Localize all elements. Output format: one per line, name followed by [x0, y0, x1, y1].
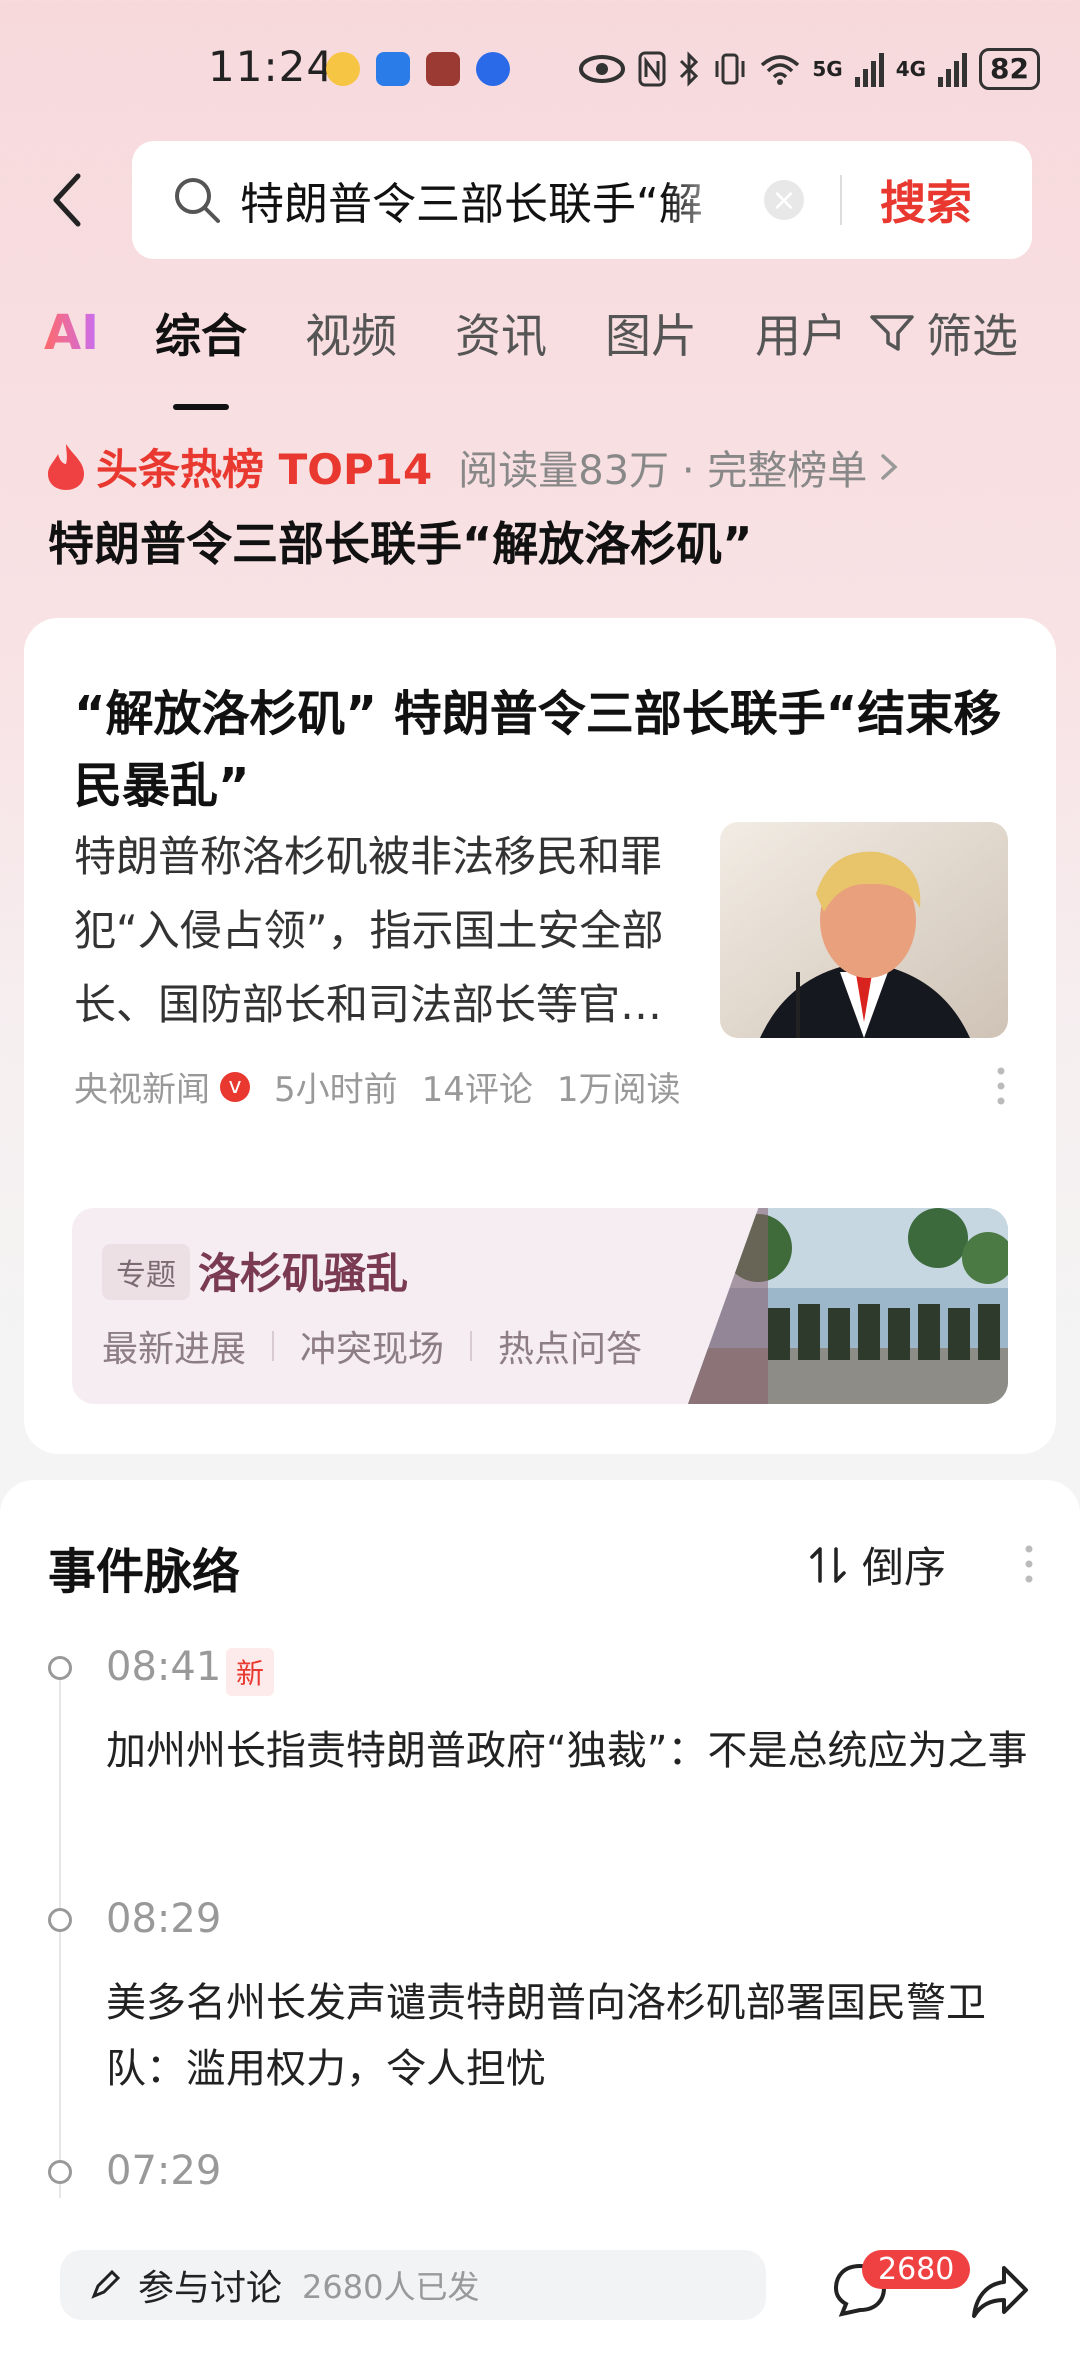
bulb-app-icon [476, 52, 510, 86]
topic-link-latest[interactable]: 最新进展 [102, 1320, 246, 1372]
event-time: 08:41 [106, 1644, 222, 1690]
more-icon[interactable] [1024, 1544, 1034, 1584]
article-meta: 央视新闻 v 5小时前 14评论 1万阅读 [74, 1062, 681, 1111]
article-time: 5小时前 [274, 1070, 398, 1110]
sort-icon [810, 1546, 846, 1583]
discuss-count: 2680人已发 [302, 2268, 480, 2306]
divider [470, 1331, 473, 1361]
search-input[interactable]: 特朗普令三部长联手“解 [240, 168, 740, 232]
article-title[interactable]: “解放洛杉矶” 特朗普令三部长联手“结束移民暴乱” [74, 678, 1004, 822]
eye-icon [579, 55, 626, 83]
hot-board-title: 特朗普令三部长联手“解放洛杉矶” [48, 517, 753, 571]
topic-link-qa[interactable]: 热点问答 [498, 1320, 642, 1372]
event-time: 08:29 [106, 1896, 222, 1942]
status-indicators: 5G 4G 82 [578, 48, 1040, 90]
new-badge: 新 [226, 1648, 275, 1696]
event-text[interactable]: 美多名州长发声谴责特朗普向洛杉矶部署国民警卫队：滥用权力，令人担忧 [106, 1970, 1046, 2102]
tab-overall[interactable]: 综合 [155, 300, 247, 410]
filter-icon [870, 315, 914, 351]
filter-label: 筛选 [926, 309, 1018, 363]
topic-tag: 专题 [102, 1244, 190, 1300]
discuss-label: 参与讨论 [138, 2268, 283, 2309]
more-icon[interactable] [996, 1066, 1006, 1106]
chevron-right-icon [881, 453, 898, 480]
discuss-input[interactable]: 参与讨论 2680人已发 [60, 2250, 766, 2320]
event-text[interactable]: 加州州长指责特朗普政府“独裁”：不是总统应为之事 [106, 1718, 1046, 1784]
timeline-heading: 事件脉络 [48, 1544, 241, 1600]
status-app-icons [326, 52, 510, 86]
clear-icon[interactable]: × [764, 180, 804, 220]
timeline-dot [48, 2160, 72, 2184]
search-button[interactable]: 搜索 [880, 167, 972, 233]
topic-links: 最新进展 冲突现场 热点问答 [102, 1320, 642, 1372]
nfc-icon [638, 51, 666, 87]
topic-title[interactable]: 洛杉矶骚乱 [198, 1240, 408, 1301]
topic-link-scene[interactable]: 冲突现场 [300, 1320, 444, 1372]
signal-4g-icon [938, 51, 968, 87]
divider [272, 1331, 275, 1361]
search-bar[interactable]: 特朗普令三部长联手“解 × 搜索 [132, 141, 1032, 259]
battery-indicator: 82 [979, 48, 1040, 90]
article-reads: 1万阅读 [556, 1070, 681, 1110]
weibo-icon [326, 52, 360, 86]
article-thumbnail[interactable] [720, 822, 1008, 1038]
share-icon[interactable] [970, 2262, 1030, 2322]
search-icon [175, 178, 220, 223]
topic-image [688, 1208, 1008, 1404]
tab-bar: AI 综合 视频 资讯 图片 用户 [44, 300, 905, 410]
filter-button[interactable]: 筛选 [868, 300, 1018, 366]
network-5g-label: 5G [812, 57, 843, 81]
sort-button[interactable]: 倒序 [808, 1534, 946, 1595]
back-arrow-icon[interactable] [44, 170, 94, 230]
hot-board-row[interactable]: 头条热榜 TOP14 阅读量83万 · 完整榜单 [44, 436, 901, 497]
comment-count-badge: 2680 [862, 2250, 971, 2289]
bluetooth-icon [680, 51, 699, 87]
fire-icon [48, 443, 84, 490]
network-4g-label: 4G [895, 57, 927, 81]
status-time: 11:24 [208, 42, 335, 91]
hot-board-meta: 阅读量83万 · 完整榜单 [458, 447, 868, 494]
tab-images[interactable]: 图片 [605, 300, 697, 366]
tab-video[interactable]: 视频 [305, 300, 397, 366]
topic-card[interactable]: 专题 洛杉矶骚乱 最新进展 冲突现场 热点问答 [72, 1208, 1008, 1404]
sort-label: 倒序 [862, 1543, 947, 1592]
article-source[interactable]: 央视新闻 [74, 1062, 210, 1111]
signal-5g-icon [854, 51, 884, 87]
hot-board-label: 头条热榜 TOP14 [96, 445, 433, 494]
article-summary[interactable]: 特朗普称洛杉矶被非法移民和罪犯“入侵占领”，指示国土安全部长、国防部长和司法部长… [74, 820, 674, 1042]
timeline-line [59, 1668, 61, 2198]
article-comments: 14评论 [421, 1070, 533, 1110]
app-red-icon [426, 52, 460, 86]
tab-news[interactable]: 资讯 [455, 300, 547, 366]
verified-icon: v [220, 1071, 250, 1102]
tab-users[interactable]: 用户 [755, 300, 847, 366]
wifi-icon [761, 55, 800, 85]
timeline-dot [48, 1656, 72, 1680]
tab-ai[interactable]: AI [44, 305, 99, 361]
app-blue-icon [376, 52, 410, 86]
divider [840, 175, 842, 225]
event-time: 07:29 [106, 2148, 222, 2194]
vibrate-icon [715, 53, 745, 85]
timeline-dot [48, 1908, 72, 1932]
